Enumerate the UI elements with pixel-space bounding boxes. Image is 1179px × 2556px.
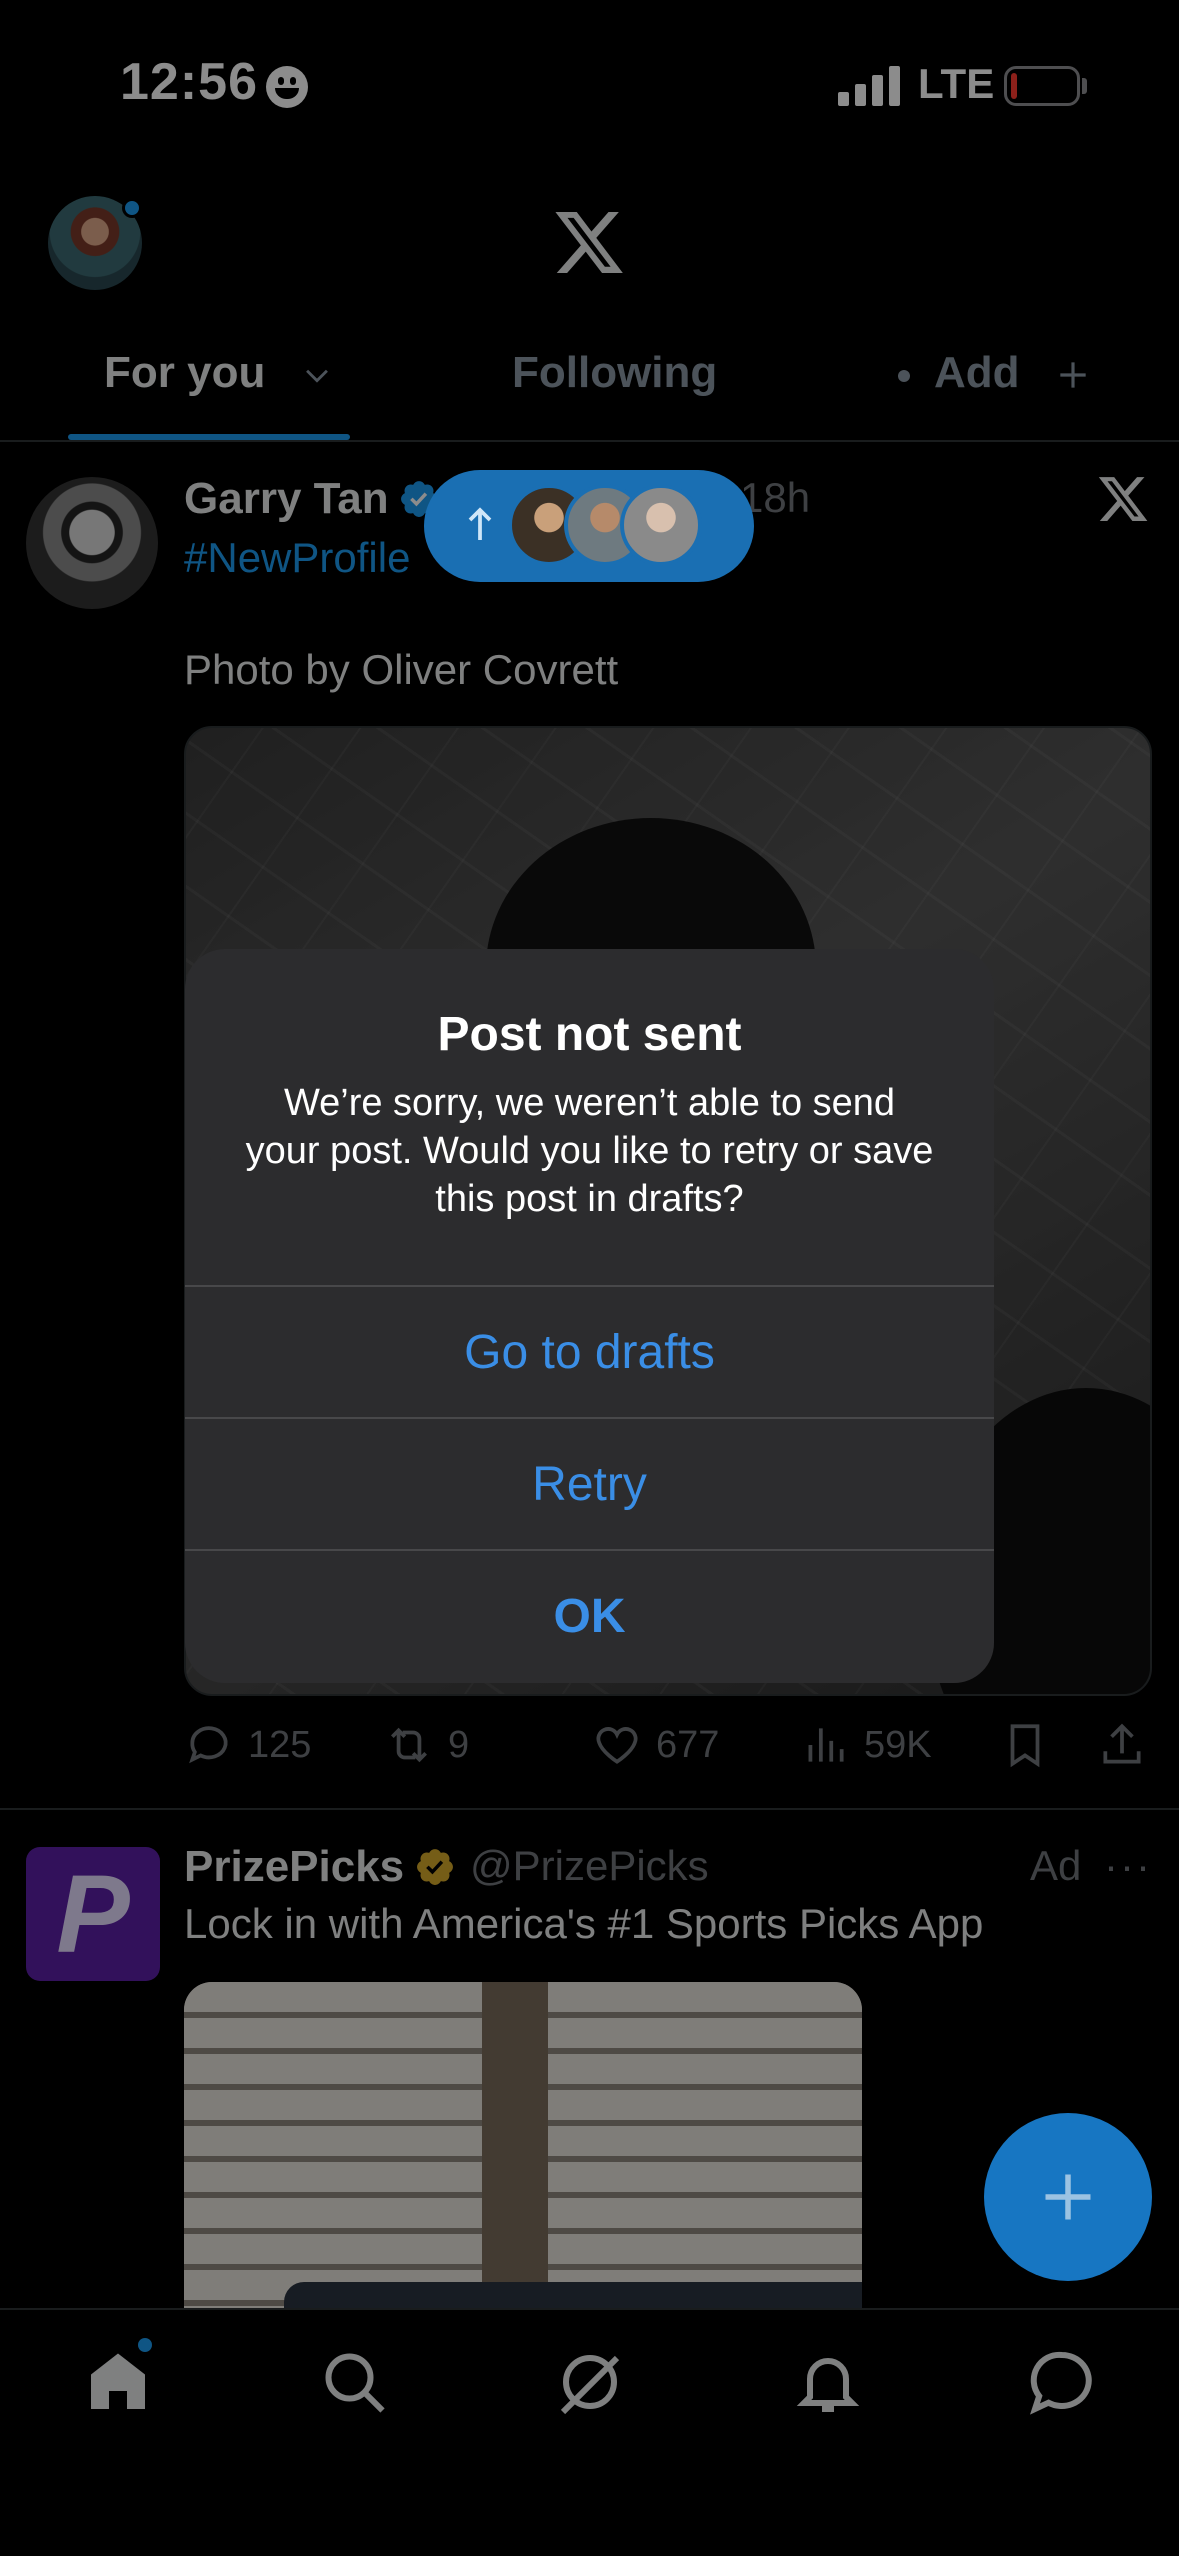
tabbar-backdrop [0,2308,1179,2556]
pill-avatar [620,484,702,566]
retry-button[interactable]: Retry [185,1417,994,1549]
go-to-drafts-button[interactable]: Go to drafts [185,1285,994,1417]
alert-message: We’re sorry, we weren’t able to send you… [245,1082,934,1220]
alert-title: Post not sent [437,1008,742,1061]
compose-icon [1045,2174,1091,2220]
arrow-up-icon [468,507,492,540]
post-not-sent-alert: Post not sent We’re sorry, we weren’t ab… [185,949,994,1683]
compose-button[interactable] [984,2113,1152,2281]
ok-button[interactable]: OK [185,1549,994,1681]
